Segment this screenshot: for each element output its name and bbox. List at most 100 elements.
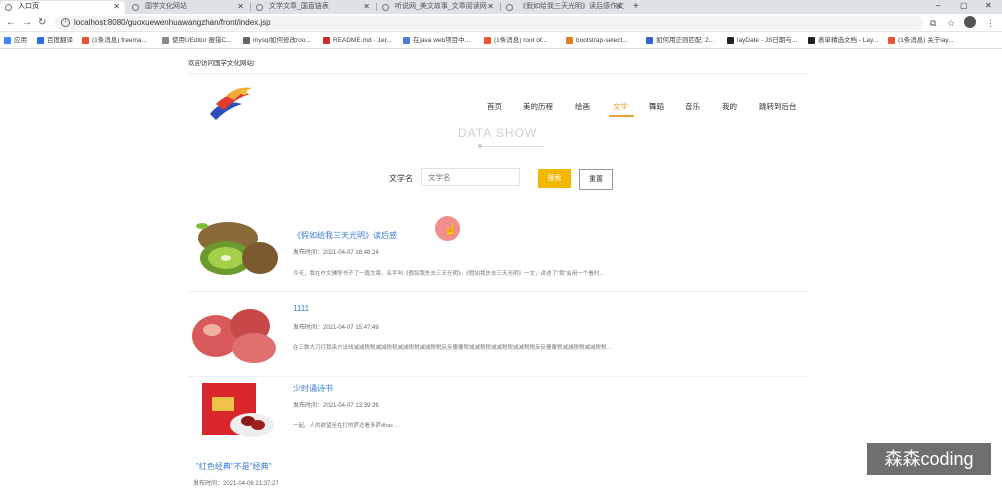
bookmark-item[interactable]: layDate - JS日期与... (727, 36, 797, 46)
nav-home[interactable]: 首页 (487, 101, 502, 112)
bookmark-icon (727, 37, 734, 44)
back-arrow-icon[interactable]: ← (6, 17, 16, 29)
url-text[interactable]: localhost:8080/guoxuewenhuawangzhan/fron… (74, 18, 271, 28)
bookmark-label: 表单精选文档 - Lay... (818, 37, 879, 44)
tab-guoxue[interactable]: 国学文化网站 ✕ (127, 1, 249, 14)
tab-label: 国学文化网站 (145, 3, 187, 10)
bookmark-label: 应用 (14, 37, 27, 44)
bookmark-label: (1条消息) freema... (92, 37, 147, 44)
tab-label: 文学文章_国直链表 (269, 3, 329, 10)
nav-literature[interactable]: 文学 (613, 101, 628, 112)
list-item[interactable]: 少时诵诗书 发布时间：2021-04-07 13:39:36 一起。人的欲望至在… (188, 381, 808, 459)
reset-button[interactable]: 重置 (579, 169, 613, 190)
close-icon[interactable]: ✕ (237, 1, 244, 13)
globe-icon (506, 4, 513, 11)
bookmark-item[interactable]: mysql如何修改roo... (243, 36, 311, 46)
bookmark-icon (243, 37, 250, 44)
tab-label: 听说网_美文故事_文章阅读网 (395, 3, 487, 10)
site-logo[interactable] (206, 84, 256, 122)
heading-decoration-dot (478, 144, 482, 148)
tab-label: 《假如给我三天光明》读后感作文 (519, 3, 624, 10)
article-summary: 今天，我在作文辅导书子了一篇文章。名字叫《假如我失去三天光明》。《假如我失去三天… (293, 271, 604, 277)
bookmark-icon (403, 37, 410, 44)
article-title[interactable]: 1111 (293, 304, 309, 313)
new-tab-button[interactable]: + (633, 0, 639, 13)
star-icon[interactable]: ☆ (947, 17, 955, 29)
nav-admin[interactable]: 跳转到后台 (759, 101, 797, 112)
info-icon[interactable]: i (61, 18, 70, 27)
tab-essay[interactable]: 《假如给我三天光明》读后感作文 ✕ (501, 1, 627, 14)
nav-painting[interactable]: 绘画 (575, 101, 590, 112)
section-heading: DATA SHOW (458, 126, 538, 140)
article-title[interactable]: "红色经典"不是"经典" (196, 461, 271, 472)
bookmark-icon (162, 37, 169, 44)
article-thumbnail[interactable] (188, 302, 282, 368)
page-icon (5, 4, 12, 11)
divider (188, 376, 808, 377)
active-nav-underline (609, 115, 634, 117)
divider (188, 291, 808, 292)
minimize-button[interactable]: – (936, 0, 940, 12)
close-icon[interactable]: ✕ (363, 1, 370, 13)
globe-icon (382, 4, 389, 11)
close-icon[interactable]: ✕ (113, 1, 120, 13)
bookmark-label: 在java web项目中... (413, 37, 471, 44)
menu-dots-icon[interactable]: ⋮ (986, 17, 995, 29)
bookmark-label: 如何用正则匹配: 2... (656, 37, 715, 44)
forward-arrow-icon[interactable]: → (22, 17, 32, 29)
bookmark-icon (82, 37, 89, 44)
bookmark-item[interactable]: (1条消息) freema... (82, 36, 147, 46)
bookmark-item[interactable]: 如何用正则匹配: 2... (646, 36, 714, 46)
tab-entry[interactable]: 入口页 ✕ (0, 1, 125, 14)
bookmark-icon (37, 37, 44, 44)
bookmark-item[interactable]: (1条消息) 关于lay... (888, 36, 954, 46)
bookmark-label: bootstrap-select... (576, 37, 628, 44)
bookmark-icon (566, 37, 573, 44)
article-title[interactable]: 少时诵诗书 (293, 383, 333, 394)
bookmark-item[interactable]: 应用 (4, 36, 27, 46)
close-window-button[interactable]: ✕ (985, 0, 992, 12)
article-title[interactable]: 《假如给我三天光明》读后感 (293, 230, 397, 241)
article-thumbnail[interactable] (188, 381, 282, 447)
tab-meiwen[interactable]: 听说网_美文故事_文章阅读网 ✕ (377, 1, 499, 14)
search-label: 文学名 (389, 174, 413, 183)
tab-literature[interactable]: 文学文章_国直链表 ✕ (251, 1, 375, 14)
divider (188, 73, 808, 74)
bookmark-item[interactable]: README.md · 1er... (323, 36, 392, 46)
search-button[interactable]: 搜索 (538, 169, 571, 188)
article-time: 发布时间：2021-04-07 15:47:49 (293, 325, 379, 331)
nav-history[interactable]: 美的历程 (523, 101, 553, 112)
globe-icon (132, 4, 139, 11)
bookmark-icon (323, 37, 330, 44)
maximize-button[interactable]: ▢ (960, 0, 968, 12)
bookmark-label: 百度翻译 (47, 37, 73, 44)
nav-dance[interactable]: 舞蹈 (649, 101, 664, 112)
bookmark-label: mysql如何修改roo... (253, 37, 311, 44)
reload-icon[interactable]: ↻ (38, 17, 46, 29)
bookmark-label: 使用UEditor 报错C... (172, 37, 232, 44)
bookmark-item[interactable]: 使用UEditor 报错C... (162, 36, 232, 46)
nav-mine[interactable]: 我的 (722, 101, 737, 112)
bookmark-label: (1条消息) root of... (494, 37, 548, 44)
welcome-text: 欢迎访问国学文化网站! (188, 60, 255, 67)
bookmark-item[interactable]: bootstrap-select... (566, 36, 628, 46)
bookmark-icon (484, 37, 491, 44)
bookmark-item[interactable]: 表单精选文档 - Lay... (808, 36, 878, 46)
bookmark-label: README.md · 1er... (333, 37, 392, 44)
bookmark-item[interactable]: 百度翻译 (37, 36, 73, 46)
close-icon[interactable]: ✕ (615, 1, 622, 13)
translate-icon[interactable]: ⧉ (930, 17, 936, 29)
list-item[interactable]: 《假如给我三天光明》读后感 发布时间：2021-04-07 18:48:24 今… (188, 214, 808, 294)
article-thumbnail[interactable] (188, 214, 282, 280)
article-time: 发布时间：2021-04-07 13:39:36 (293, 403, 379, 409)
list-item[interactable]: 1111 发布时间：2021-04-07 15:47:49 在三数大刀打我串方法… (188, 302, 808, 380)
nav-music[interactable]: 音乐 (685, 101, 700, 112)
bookmark-item[interactable]: (1条消息) root of... (484, 36, 547, 46)
tab-label: 入口页 (18, 3, 39, 10)
bookmark-item[interactable]: 在java web项目中... (403, 36, 470, 46)
address-bar[interactable]: i localhost:8080/guoxuewenhuawangzhan/fr… (55, 16, 923, 30)
close-icon[interactable]: ✕ (487, 1, 494, 13)
search-input[interactable] (421, 168, 520, 186)
bookmark-label: layDate - JS日期与... (737, 37, 798, 44)
profile-avatar-icon[interactable] (964, 16, 976, 28)
